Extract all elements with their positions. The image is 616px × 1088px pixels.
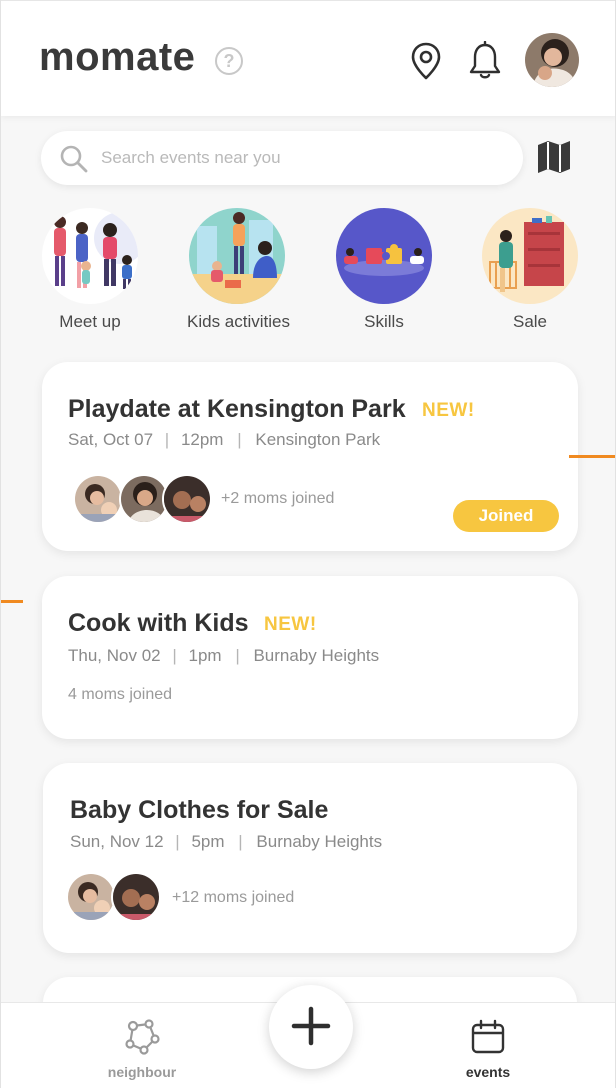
- nav-label: neighbour: [107, 1064, 177, 1080]
- category-label: Skills: [364, 312, 404, 331]
- app-screen: momate ? Search events near you Meet up …: [0, 0, 616, 1088]
- nav-label: events: [465, 1064, 511, 1080]
- event-date: Sun, Nov 12: [70, 832, 164, 851]
- event-time: 12pm: [180, 430, 224, 449]
- event-place: Kensington Park: [255, 430, 381, 449]
- category-label: Kids activities: [187, 312, 290, 331]
- event-place: Burnaby Heights: [253, 646, 380, 665]
- nav-events[interactable]: events: [443, 1019, 533, 1080]
- meta-separator: |: [175, 832, 180, 851]
- joined-status-button[interactable]: Joined: [453, 500, 559, 532]
- new-badge: NEW!: [264, 614, 317, 635]
- neighbour-icon: [125, 1019, 160, 1055]
- add-event-button[interactable]: [269, 985, 353, 1069]
- joined-count: 4 moms joined: [68, 686, 173, 703]
- event-date: Sat, Oct 07: [68, 430, 154, 449]
- event-meta: Sun, Nov 12 | 5pm | Burnaby Heights: [70, 832, 382, 852]
- calendar-icon: [471, 1019, 505, 1054]
- meet-up-illustration: [42, 208, 138, 304]
- joined-count: +2 moms joined: [221, 490, 335, 507]
- new-badge: NEW!: [422, 400, 475, 421]
- member-avatar: [162, 474, 212, 524]
- event-meta: Thu, Nov 02 | 1pm | Burnaby Heights: [68, 646, 379, 666]
- category-label: Meet up: [59, 312, 121, 331]
- event-card[interactable]: Baby Clothes for Sale Sun, Nov 12 | 5pm …: [43, 763, 577, 953]
- member-avatar: [66, 872, 116, 922]
- meta-separator: |: [172, 646, 177, 665]
- plus-icon: [291, 1006, 331, 1046]
- avatar[interactable]: [525, 33, 579, 87]
- event-card[interactable]: Cook with Kids NEW! Thu, Nov 02 | 1pm | …: [42, 576, 578, 739]
- meta-separator: |: [238, 832, 243, 851]
- event-card[interactable]: Playdate at Kensington Park NEW! Sat, Oc…: [42, 362, 578, 551]
- kids-activities-illustration: [189, 208, 285, 304]
- map-icon[interactable]: [535, 138, 573, 181]
- location-pin-icon[interactable]: [409, 41, 443, 86]
- header: momate ?: [1, 0, 615, 116]
- category-skills[interactable]: Skills: [334, 208, 434, 332]
- member-avatar: [111, 872, 161, 922]
- meta-separator: |: [235, 646, 240, 665]
- category-label: Sale: [512, 312, 548, 331]
- member-avatar: [73, 474, 123, 524]
- app-logo: momate: [39, 35, 196, 79]
- search-placeholder[interactable]: Search events near you: [101, 148, 281, 168]
- category-sale[interactable]: Sale: [480, 208, 580, 332]
- event-time: 5pm: [191, 832, 225, 851]
- search-icon: [59, 144, 89, 179]
- event-time: 1pm: [188, 646, 222, 665]
- nav-neighbour[interactable]: neighbour: [97, 1019, 187, 1080]
- joined-count: +12 moms joined: [172, 889, 295, 906]
- skills-illustration: [336, 208, 432, 304]
- event-title: Playdate at Kensington Park: [68, 395, 406, 423]
- event-place: Burnaby Heights: [256, 832, 383, 851]
- category-kids-activities[interactable]: Kids activities: [187, 208, 290, 332]
- event-title: Baby Clothes for Sale: [70, 796, 329, 824]
- event-date: Thu, Nov 02: [68, 646, 161, 665]
- annotation-line: [1, 600, 23, 603]
- annotation-line: [569, 455, 615, 458]
- event-title: Cook with Kids: [68, 609, 249, 637]
- sale-illustration: [482, 208, 578, 304]
- event-meta: Sat, Oct 07 | 12pm | Kensington Park: [68, 430, 380, 450]
- search-bar[interactable]: Search events near you: [41, 131, 523, 185]
- meta-separator: |: [237, 430, 242, 449]
- meta-separator: |: [164, 430, 170, 449]
- category-meet-up[interactable]: Meet up: [40, 208, 140, 332]
- help-icon[interactable]: ?: [215, 47, 243, 75]
- bell-icon[interactable]: [467, 40, 503, 86]
